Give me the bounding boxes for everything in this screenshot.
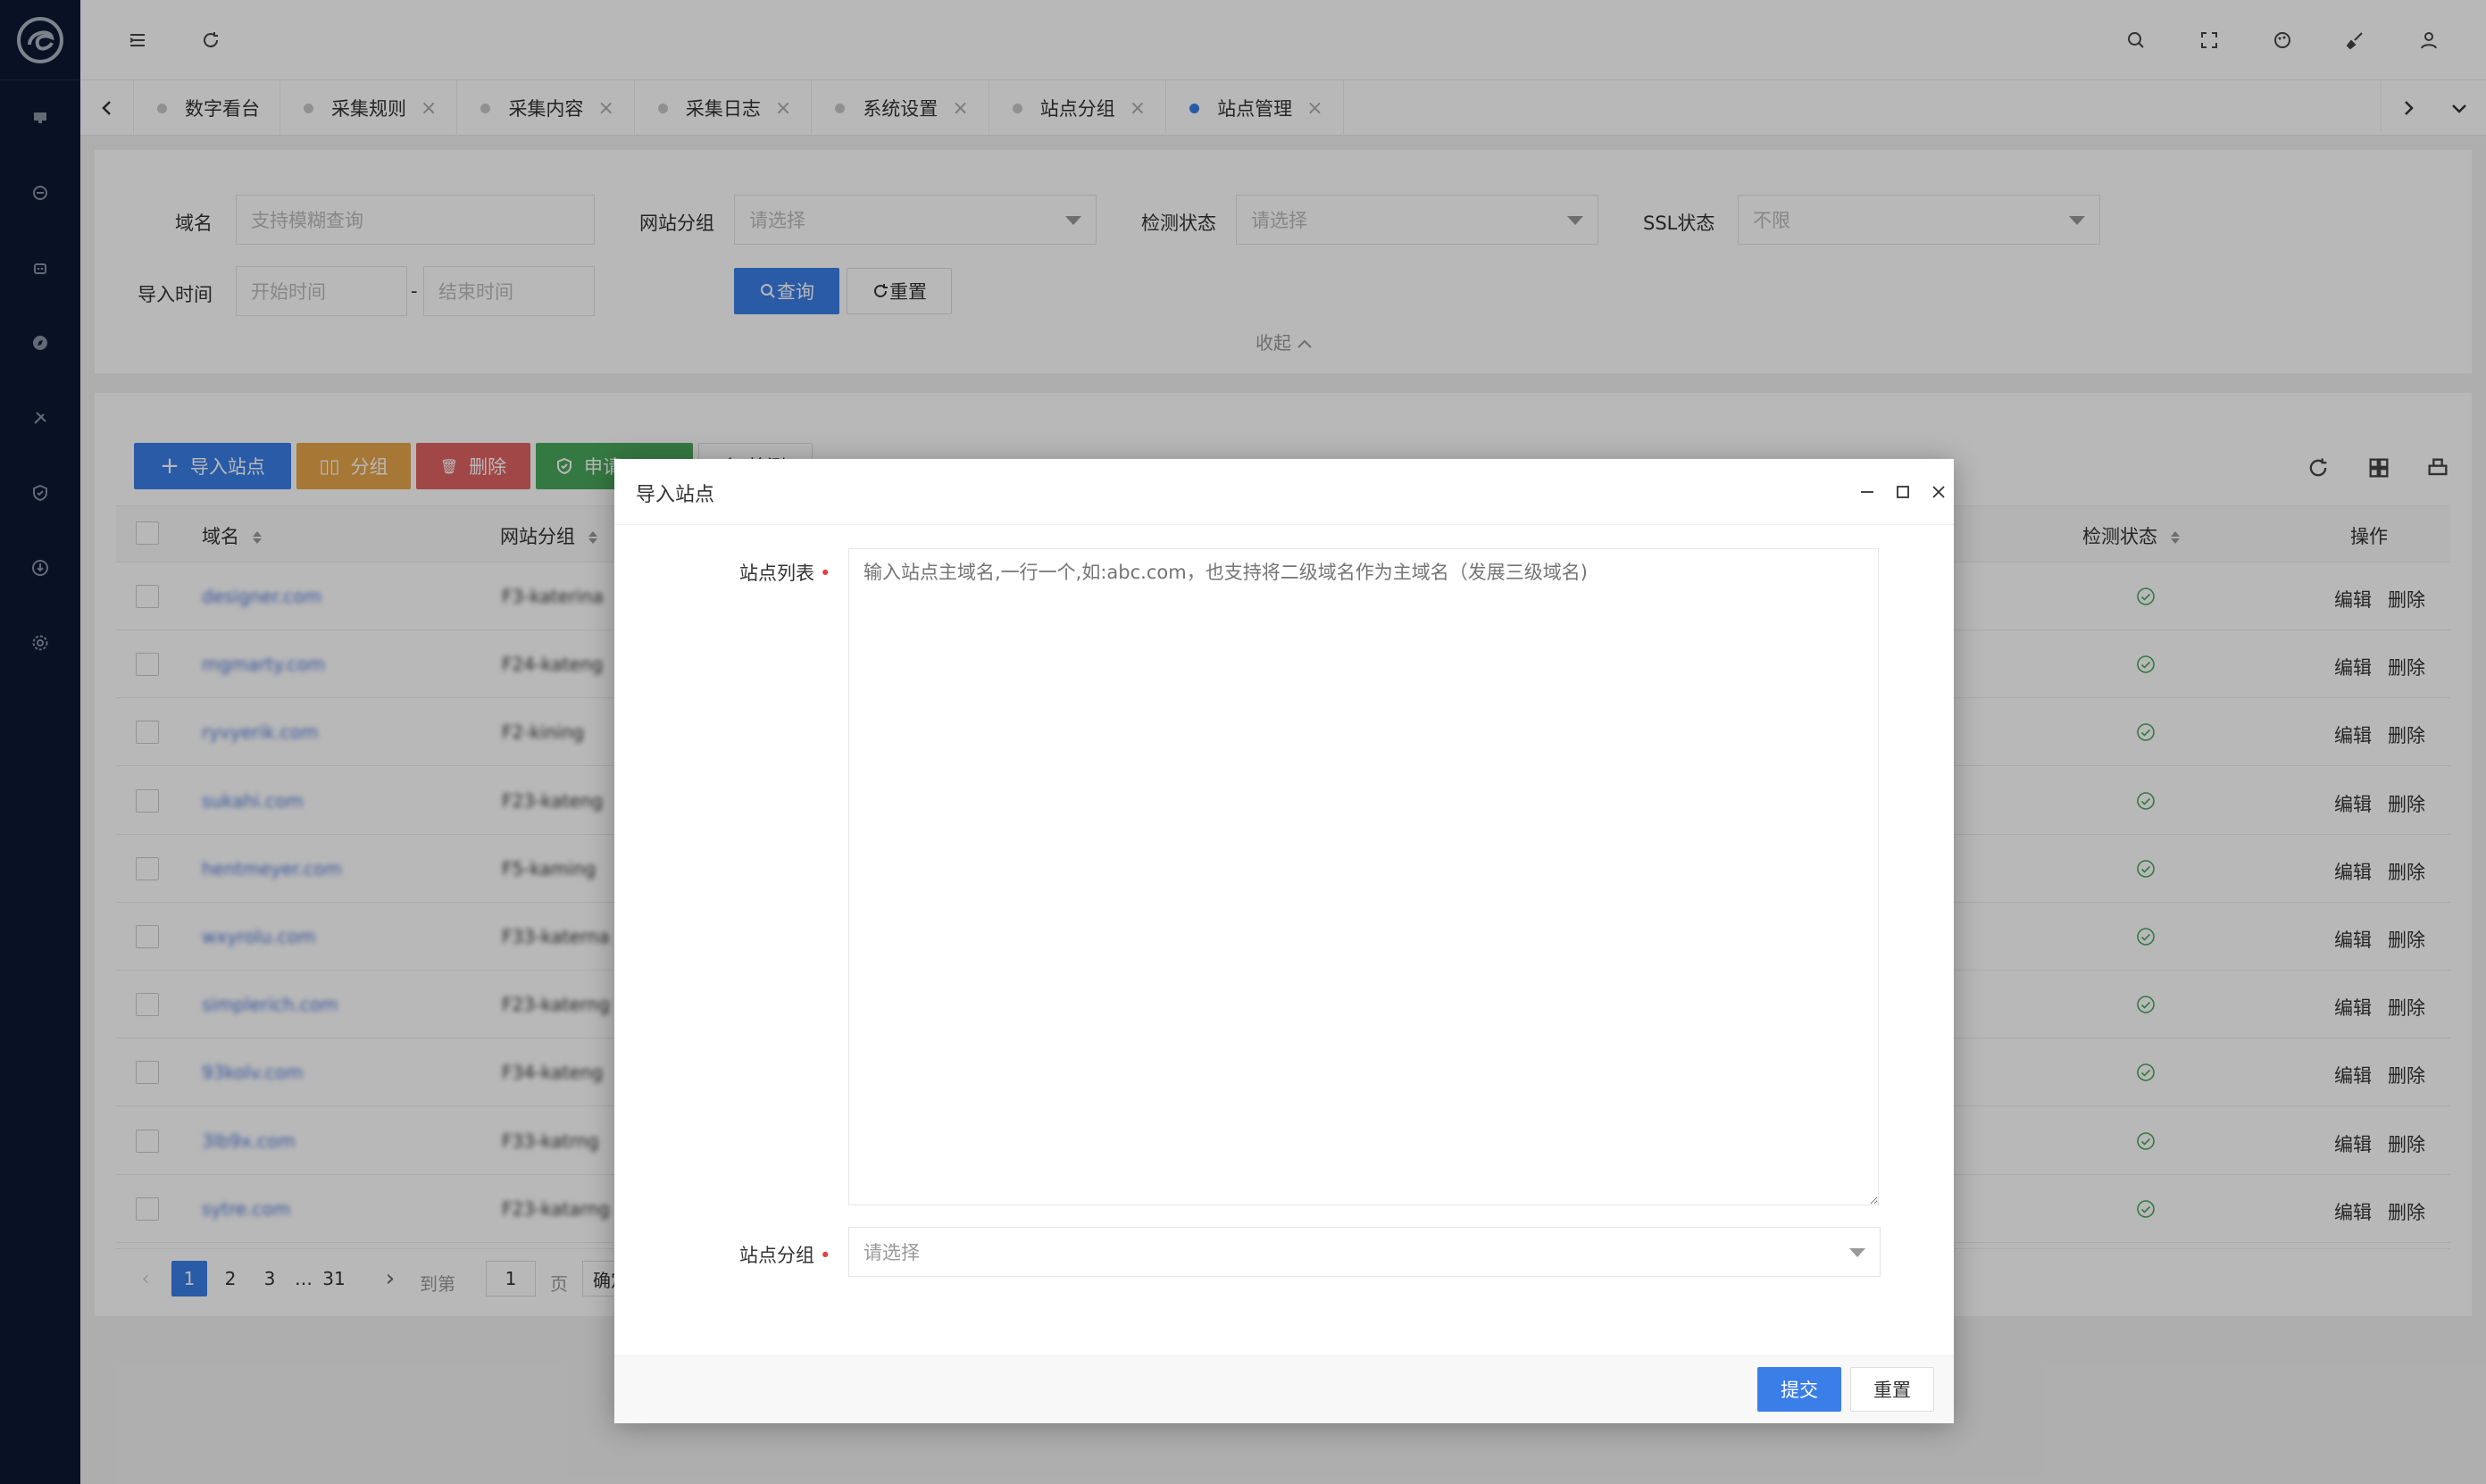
dialog-header: 导入站点 <box>614 459 1954 525</box>
site-list-label: 站点列表 • <box>739 559 830 586</box>
site-list-label-text: 站点列表 <box>739 563 814 584</box>
chevron-down-icon <box>1849 1248 1865 1257</box>
site-group-select[interactable]: 请选择 <box>848 1227 1881 1277</box>
import-site-dialog: 导入站点 站点列表 • 站点分组 • 请选择 提交 重置 <box>614 459 1954 1423</box>
close-icon[interactable] <box>1923 477 1954 507</box>
submit-button[interactable]: 提交 <box>1757 1367 1841 1412</box>
minimize-icon[interactable] <box>1852 477 1882 507</box>
site-group-label-text: 站点分组 <box>739 1245 814 1266</box>
required-mark: • <box>820 1245 831 1266</box>
maximize-icon[interactable] <box>1888 477 1918 507</box>
site-group-placeholder: 请选择 <box>863 1242 920 1263</box>
dialog-title: 导入站点 <box>636 484 715 506</box>
site-group-label: 站点分组 • <box>739 1241 830 1268</box>
required-mark: • <box>820 563 831 584</box>
dialog-reset-button[interactable]: 重置 <box>1850 1367 1934 1412</box>
dialog-footer: 提交 重置 <box>614 1355 1954 1423</box>
site-list-textarea[interactable] <box>848 548 1879 1205</box>
